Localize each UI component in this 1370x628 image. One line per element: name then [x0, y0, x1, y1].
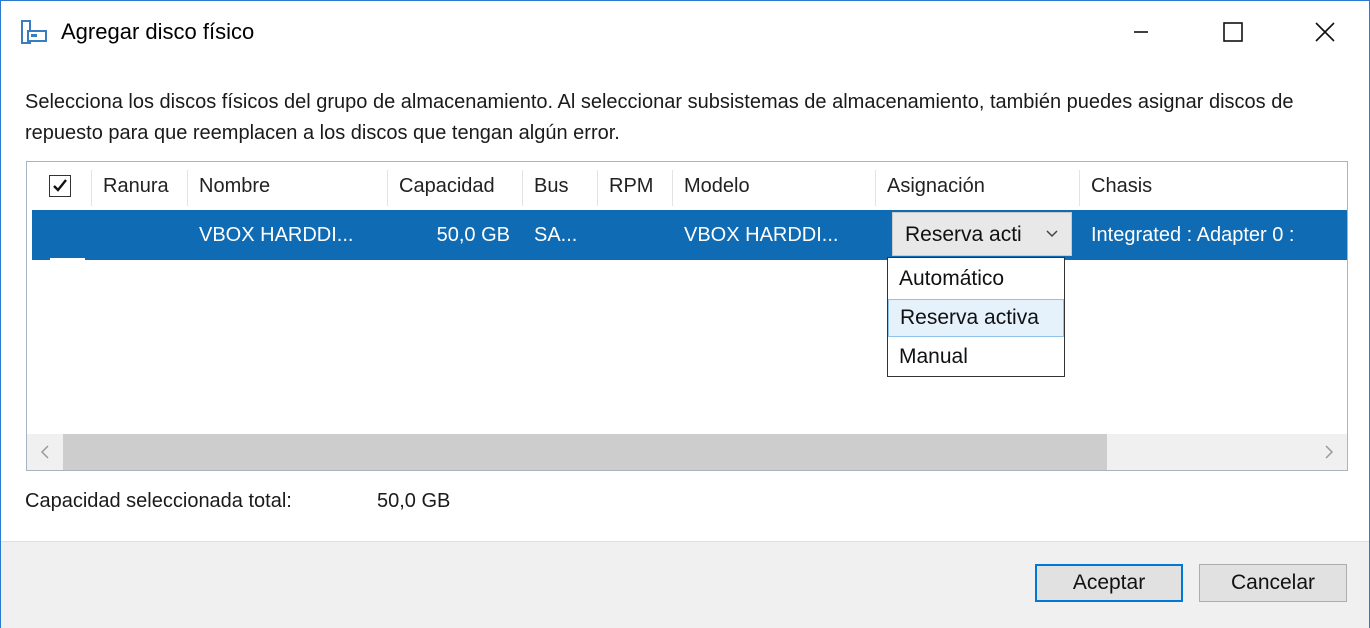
asignacion-dropdown-list: Automático Reserva activa Manual	[887, 257, 1065, 377]
asignacion-selected-value: Reserva acti	[905, 223, 1022, 246]
column-header-nombre[interactable]: Nombre	[187, 162, 387, 210]
close-button[interactable]	[1279, 1, 1370, 63]
cancel-button[interactable]: Cancelar	[1199, 564, 1347, 602]
cell-ranura	[103, 210, 183, 260]
column-header-modelo[interactable]: Modelo	[672, 162, 875, 210]
option-automatico[interactable]: Automático	[888, 260, 1064, 298]
chevron-down-icon[interactable]	[1045, 227, 1059, 245]
column-header-bus[interactable]: Bus	[522, 162, 597, 210]
minimize-button[interactable]	[1095, 1, 1187, 63]
cell-nombre: VBOX HARDDI...	[199, 223, 354, 246]
dialog-footer: Aceptar Cancelar	[1, 541, 1369, 628]
asignacion-combobox[interactable]: Reserva acti	[892, 212, 1072, 256]
minimize-icon	[1134, 31, 1148, 33]
cell-modelo: VBOX HARDDI...	[684, 223, 839, 246]
row-select-cell[interactable]	[45, 210, 85, 260]
cell-bus: SA...	[534, 223, 578, 246]
close-icon	[1315, 22, 1335, 42]
scrollbar-thumb[interactable]	[63, 434, 1107, 470]
cell-chasis: Integrated : Adapter 0 :	[1091, 223, 1295, 246]
storage-pool-icon	[21, 19, 47, 45]
column-header-chasis[interactable]: Chasis	[1079, 162, 1347, 210]
option-reserva-activa[interactable]: Reserva activa	[888, 299, 1064, 337]
horizontal-scrollbar[interactable]	[27, 434, 1347, 470]
checkmark-icon	[53, 179, 67, 192]
maximize-button[interactable]	[1187, 1, 1279, 63]
instructions-text: Selecciona los discos físicos del grupo …	[25, 91, 1294, 144]
cell-rpm	[609, 210, 669, 260]
grid-header: Ranura Nombre Capacidad Bus RPM Modelo A…	[27, 162, 1347, 210]
total-capacity-value: 50,0 GB	[377, 490, 451, 512]
total-capacity-label: Capacidad seleccionada total:	[25, 490, 292, 512]
column-header-capacidad[interactable]: Capacidad	[387, 162, 522, 210]
option-manual[interactable]: Manual	[888, 338, 1064, 376]
scroll-right-icon[interactable]	[1323, 444, 1335, 465]
scroll-left-icon[interactable]	[39, 444, 51, 465]
select-all-cell[interactable]	[37, 162, 95, 210]
title-bar[interactable]: Agregar disco físico	[1, 1, 1369, 63]
cell-capacidad: 50,0 GB	[436, 223, 510, 246]
row-checkbox[interactable]	[50, 258, 85, 260]
accept-button[interactable]: Aceptar	[1035, 564, 1183, 602]
select-all-checkbox[interactable]	[49, 175, 71, 197]
add-physical-disk-dialog: Agregar disco físico Selecciona los disc…	[0, 0, 1370, 628]
table-row[interactable]: VBOX HARDDI... 50,0 GB SA... VBOX HARDDI…	[32, 210, 1347, 260]
window-title: Agregar disco físico	[61, 19, 255, 44]
column-header-rpm[interactable]: RPM	[597, 162, 672, 210]
column-header-asignacion[interactable]: Asignación	[875, 162, 1079, 210]
maximize-icon	[1223, 22, 1243, 42]
column-header-ranura[interactable]: Ranura	[91, 162, 187, 210]
physical-disk-grid[interactable]: Ranura Nombre Capacidad Bus RPM Modelo A…	[26, 161, 1348, 471]
